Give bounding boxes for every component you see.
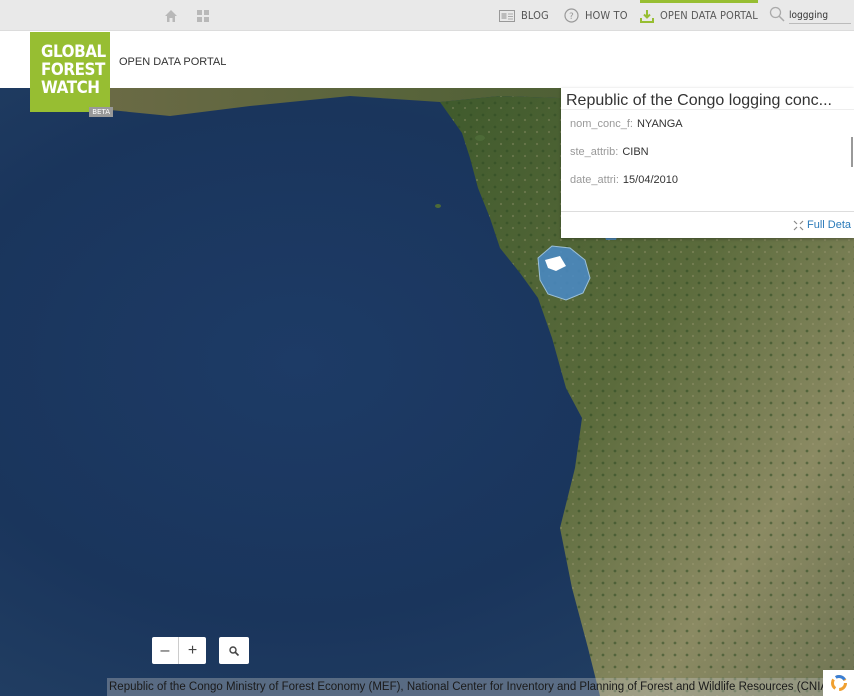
popup-body[interactable]: nom_conc_f: NYANGA ste_attrib: CIBN date_a…	[561, 109, 854, 211]
top-nav: BLOG ? HOW TO OPEN DATA PORTAL	[0, 0, 854, 31]
field-value: 15/04/2010	[622, 174, 678, 186]
gfw-logo[interactable]: GLOBAL FOREST WATCH BETA	[30, 32, 113, 117]
popup-field: date_attri: 15/04/2010	[570, 174, 678, 186]
map-attribution: Republic of the Congo Ministry of Forest…	[107, 678, 854, 696]
zoom-box-icon	[229, 645, 240, 656]
search-icon[interactable]	[769, 6, 785, 22]
zoom-controls: – +	[152, 637, 206, 664]
nav-blog-label: BLOG	[521, 9, 549, 22]
home-icon[interactable]	[163, 8, 179, 24]
zoom-out-button[interactable]: –	[152, 637, 179, 664]
popup-title: Republic of the Congo logging conc...	[566, 92, 832, 109]
svg-text:?: ?	[569, 12, 574, 22]
full-details-link[interactable]: Full Deta	[793, 219, 851, 231]
loader-icon	[830, 675, 847, 691]
popup-field: ste_attrib: CIBN	[570, 146, 649, 158]
field-key: nom_conc_f:	[570, 118, 633, 130]
logo-line-1: GLOBAL	[41, 42, 106, 61]
nav-open-data-portal-label: OPEN DATA PORTAL	[660, 9, 758, 22]
popup-field: nom_conc_f: NYANGA	[570, 118, 683, 130]
loader-widget	[823, 670, 854, 696]
zoom-in-button[interactable]: +	[179, 637, 206, 664]
nav-blog[interactable]: BLOG	[499, 0, 549, 31]
popup-footer: Full Deta	[561, 211, 854, 238]
expand-icon	[793, 220, 804, 230]
site-header: OPEN DATA PORTAL	[0, 31, 854, 88]
logo-line-2: FOREST	[41, 60, 105, 79]
nav-how-to[interactable]: ? HOW TO	[564, 0, 628, 31]
logo-line-3: WATCH	[41, 78, 100, 97]
nav-how-to-label: HOW TO	[585, 9, 628, 22]
field-value: NYANGA	[636, 118, 683, 130]
help-circle-icon: ?	[564, 8, 579, 23]
apps-grid-icon[interactable]	[196, 9, 210, 23]
field-key: date_attri:	[570, 174, 619, 186]
nav-open-data-portal[interactable]: OPEN DATA PORTAL	[640, 0, 758, 31]
search-input[interactable]	[789, 7, 851, 24]
popup-scrollbar[interactable]	[851, 137, 853, 167]
search	[768, 4, 854, 27]
portal-title: OPEN DATA PORTAL	[119, 56, 227, 68]
download-icon	[640, 9, 654, 23]
field-key: ste_attrib:	[570, 146, 619, 158]
blog-icon	[499, 9, 515, 22]
zoom-box-button[interactable]	[219, 637, 249, 664]
full-details-label: Full Deta	[807, 219, 852, 231]
feature-info-popup: Republic of the Congo logging conc... no…	[561, 88, 854, 238]
beta-badge: BETA	[89, 107, 113, 117]
field-value: CIBN	[622, 146, 649, 158]
